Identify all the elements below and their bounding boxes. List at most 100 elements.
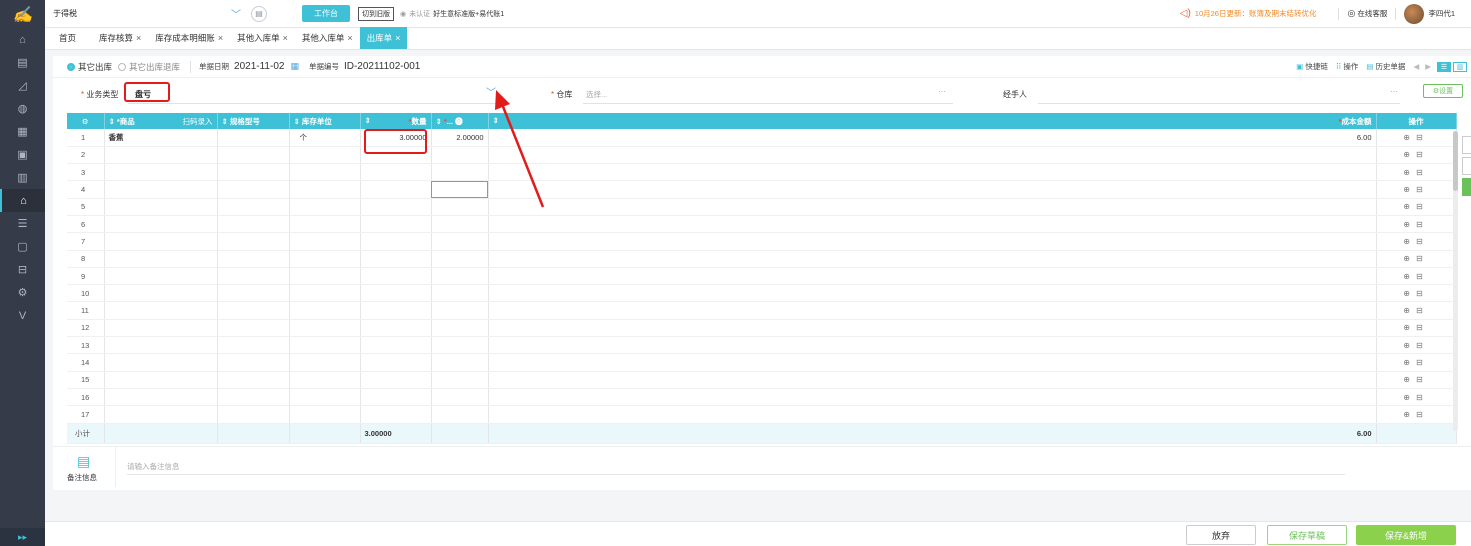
date-input[interactable]: 2021-11-02: [234, 61, 284, 72]
cell-spec[interactable]: [217, 232, 290, 251]
side-tab-1[interactable]: [1462, 136, 1471, 154]
cell-product[interactable]: [104, 267, 218, 286]
image-nav-icon[interactable]: ▣: [0, 143, 45, 166]
cell-unit[interactable]: [289, 353, 361, 372]
radio-other-outbound[interactable]: 其它出库: [67, 61, 112, 73]
delete-row-icon[interactable]: ⊟: [1416, 289, 1429, 298]
delete-row-icon[interactable]: ⊟: [1416, 410, 1429, 419]
scan-entry-link[interactable]: 扫码录入: [183, 116, 213, 127]
cell-amount[interactable]: 6.00: [488, 129, 1377, 147]
cell-product[interactable]: [104, 215, 218, 234]
cell-qty[interactable]: [360, 215, 432, 234]
table-row[interactable]: 1 香蕉个 3.00000 2.00000 6.00 ⊕⊟: [67, 129, 1457, 147]
giveup-button[interactable]: 放弃: [1186, 525, 1256, 545]
tab-other-inbound-2[interactable]: 其他入库单 ×: [295, 27, 360, 49]
table-row[interactable]: 4 ⊕⊟: [67, 180, 1457, 199]
cell-price[interactable]: [431, 232, 489, 251]
list-view-icon[interactable]: ☰: [1437, 61, 1451, 72]
delete-row-icon[interactable]: ⊟: [1416, 185, 1429, 194]
table-row[interactable]: 13 ⊕⊟: [67, 336, 1457, 355]
cell-price[interactable]: [431, 163, 489, 182]
cell-unit[interactable]: [289, 301, 361, 320]
inventory-nav-icon[interactable]: ⌂: [0, 189, 45, 212]
cell-qty[interactable]: [360, 301, 432, 320]
close-icon[interactable]: ×: [136, 33, 141, 43]
cell-price[interactable]: [431, 405, 489, 424]
cell-product[interactable]: [104, 371, 218, 389]
cell-price[interactable]: [431, 388, 489, 407]
cell-price[interactable]: [431, 180, 489, 199]
tray-nav-icon[interactable]: ⊟: [0, 258, 45, 281]
cell-product[interactable]: [104, 301, 218, 320]
cell-qty[interactable]: [360, 353, 432, 372]
delete-row-icon[interactable]: ⊟: [1416, 272, 1429, 281]
delete-row-icon[interactable]: ⊟: [1416, 168, 1429, 177]
table-row[interactable]: 7 ⊕⊟: [67, 232, 1457, 251]
close-icon[interactable]: ×: [218, 33, 223, 43]
money-nav-icon[interactable]: ◍: [0, 97, 45, 120]
cell-spec[interactable]: [217, 215, 290, 234]
cell-unit[interactable]: [289, 232, 361, 251]
tab-outbound-order[interactable]: 出库单 ×: [359, 27, 408, 49]
cell-price[interactable]: [431, 301, 489, 320]
cell-unit[interactable]: [289, 371, 361, 389]
next-icon[interactable]: ▶: [1425, 62, 1431, 71]
chevron-down-icon[interactable]: ﹀: [486, 84, 496, 99]
cell-price[interactable]: [431, 284, 489, 303]
warehouse-input[interactable]: 选择...: [586, 89, 607, 100]
insert-row-icon[interactable]: ⊕: [1403, 133, 1416, 142]
table-row[interactable]: 14 ⊕⊟: [67, 353, 1457, 372]
cell-product[interactable]: [104, 388, 218, 407]
cell-spec[interactable]: [217, 129, 290, 147]
cell-price[interactable]: [431, 371, 489, 389]
tab-inventory-accounting[interactable]: 库存核算 ×: [92, 27, 148, 49]
insert-row-icon[interactable]: ⊕: [1403, 237, 1416, 246]
home-nav-icon[interactable]: ⌂: [0, 28, 45, 51]
side-tab-2[interactable]: [1462, 157, 1471, 175]
cell-price[interactable]: [431, 336, 489, 355]
insert-row-icon[interactable]: ⊕: [1403, 375, 1416, 384]
cell-amount[interactable]: [488, 146, 1377, 165]
cell-qty[interactable]: [360, 198, 432, 216]
delete-row-icon[interactable]: ⊟: [1416, 133, 1429, 142]
settings-nav-icon[interactable]: ⚙: [0, 281, 45, 304]
cell-qty[interactable]: [360, 319, 432, 338]
delete-row-icon[interactable]: ⊟: [1416, 375, 1429, 384]
table-row[interactable]: 3 ⊕⊟: [67, 163, 1457, 182]
cell-amount[interactable]: [488, 371, 1377, 389]
column-settings-icon[interactable]: ⚙: [67, 113, 105, 129]
insert-row-icon[interactable]: ⊕: [1403, 150, 1416, 159]
cell-amount[interactable]: [488, 301, 1377, 320]
cell-amount[interactable]: [488, 163, 1377, 182]
cell-product[interactable]: [104, 250, 218, 268]
username[interactable]: 李四代1: [1428, 8, 1455, 19]
col-unit[interactable]: ⇕ 库存单位: [289, 113, 361, 129]
insert-row-icon[interactable]: ⊕: [1403, 168, 1416, 177]
cell-product[interactable]: [104, 336, 218, 355]
close-icon[interactable]: ×: [347, 33, 352, 43]
switch-old-version-button[interactable]: 切到旧版: [358, 6, 394, 21]
table-row[interactable]: 8 ⊕⊟: [67, 250, 1457, 268]
insert-row-icon[interactable]: ⊕: [1403, 358, 1416, 367]
history-link[interactable]: 历史单据: [1375, 61, 1405, 72]
cell-qty[interactable]: [360, 146, 432, 165]
tab-other-inbound-1[interactable]: 其他入库单 ×: [230, 27, 295, 49]
cell-spec[interactable]: [217, 301, 290, 320]
cell-product[interactable]: [104, 353, 218, 372]
cell-qty[interactable]: [360, 180, 432, 199]
avatar[interactable]: [1404, 3, 1425, 24]
cell-product[interactable]: [104, 284, 218, 303]
table-row[interactable]: 10 ⊕⊟: [67, 284, 1457, 303]
cell-spec[interactable]: [217, 198, 290, 216]
cell-amount[interactable]: [488, 353, 1377, 372]
cell-spec[interactable]: [217, 405, 290, 424]
handler-more-icon[interactable]: ···: [1390, 87, 1398, 96]
stack-nav-icon[interactable]: ☰: [0, 212, 45, 235]
delete-row-icon[interactable]: ⊟: [1416, 237, 1429, 246]
table-scrollbar[interactable]: [1453, 131, 1458, 431]
cell-unit[interactable]: [289, 180, 361, 199]
cell-unit[interactable]: [289, 163, 361, 182]
cell-unit[interactable]: [289, 267, 361, 286]
cell-qty[interactable]: 3.00000: [360, 129, 432, 147]
cell-amount[interactable]: [488, 388, 1377, 407]
